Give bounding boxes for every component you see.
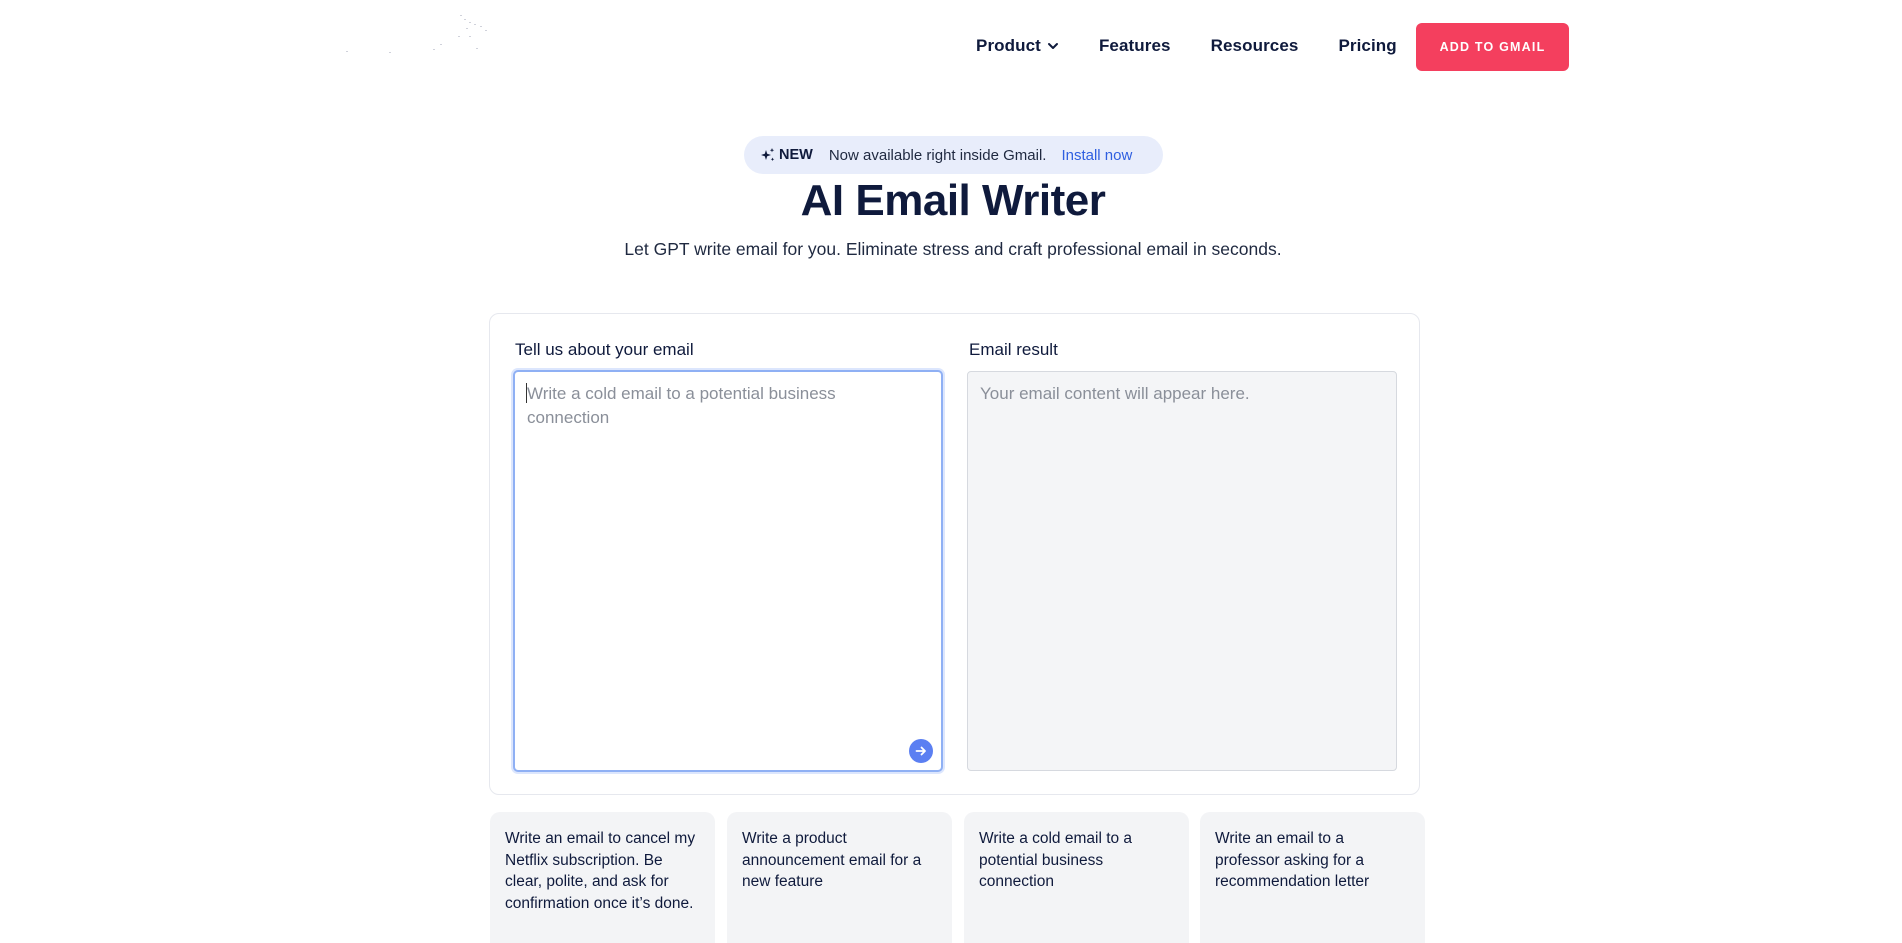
nav-product-label: Product (976, 36, 1041, 55)
install-now-link[interactable]: Install now (1061, 147, 1132, 164)
new-tag: NEW (779, 147, 813, 163)
sparkle-icon (761, 148, 775, 162)
badge-message: Now available right inside Gmail. (828, 146, 1047, 164)
logo[interactable] (330, 10, 500, 60)
nav-pricing[interactable]: Pricing (1338, 36, 1396, 56)
result-label: Email result (969, 340, 1058, 359)
suggestion-card[interactable]: Write an email to cancel my Netflix subs… (490, 812, 715, 943)
input-label: Tell us about your email (515, 340, 694, 359)
page-subtitle: Let GPT write email for you. Eliminate s… (624, 239, 1282, 259)
nav-features[interactable]: Features (1099, 36, 1171, 56)
add-to-gmail-button[interactable]: ADD TO GMAIL (1416, 23, 1569, 71)
suggestion-card[interactable]: Write an email to a professor asking for… (1200, 812, 1425, 943)
suggestion-card[interactable]: Write a product announcement email for a… (727, 812, 952, 943)
chevron-down-icon (1047, 43, 1058, 49)
send-button[interactable] (909, 739, 933, 763)
email-result-output[interactable]: Your email content will appear here. (967, 371, 1397, 771)
nav-product[interactable]: Product (976, 36, 1059, 56)
suggestion-card[interactable]: Write a cold email to a potential busine… (964, 812, 1189, 943)
page-title: AI Email Writer (800, 176, 1106, 225)
arrow-right-icon (915, 746, 926, 756)
email-prompt-placeholder: Write a cold email to a potential busine… (527, 384, 836, 427)
main-nav: Product Features Resources Pricing (976, 22, 1437, 70)
page: Product Features Resources Pricing ADD T… (0, 0, 1902, 943)
email-prompt-input[interactable]: Write a cold email to a potential busine… (513, 370, 943, 772)
announcement-badge: NEW Now available right inside Gmail. In… (744, 136, 1163, 174)
nav-resources[interactable]: Resources (1211, 36, 1299, 56)
email-result-placeholder: Your email content will appear here. (980, 384, 1250, 403)
